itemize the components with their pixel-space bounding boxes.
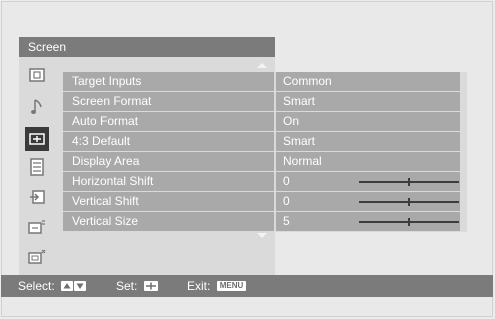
screen-icon[interactable]	[25, 127, 49, 151]
slider-thumb[interactable]	[408, 178, 410, 186]
down-arrow-key-icon	[74, 280, 87, 291]
input-icon[interactable]	[25, 185, 49, 209]
row-value: Smart	[276, 132, 460, 151]
footer-set: Set:	[116, 275, 158, 297]
row-label: Vertical Shift	[63, 192, 274, 211]
menu-title: Screen	[19, 37, 275, 57]
menu-row-target-inputs[interactable]: Target Inputs Common	[63, 72, 460, 91]
menu-row-vertical-size[interactable]: Vertical Size 5	[63, 212, 460, 231]
menu-row-horizontal-shift[interactable]: Horizontal Shift 0	[63, 172, 460, 191]
footer-set-label: Set:	[116, 279, 138, 293]
row-label: Vertical Size	[63, 212, 274, 231]
vertical-size-slider[interactable]	[359, 218, 459, 226]
menu-row-screen-format[interactable]: Screen Format Smart	[63, 92, 460, 111]
slider-thumb[interactable]	[408, 218, 410, 226]
row-label: Auto Format	[63, 112, 274, 131]
row-value: On	[276, 112, 460, 131]
menu-key-icon: MENU	[216, 280, 247, 291]
row-label: 4:3 Default	[63, 132, 274, 151]
row-label: Display Area	[63, 152, 274, 171]
row-value: Smart	[276, 92, 460, 111]
setup-icon[interactable]	[25, 155, 49, 179]
footer-select-label: Select:	[18, 279, 55, 293]
channel-setup-icon[interactable]	[25, 245, 49, 269]
menu-row-auto-format[interactable]: Auto Format On	[63, 112, 460, 131]
menu-row-vertical-shift[interactable]: Vertical Shift 0	[63, 192, 460, 211]
footer-select: Select:	[18, 275, 87, 297]
footer-exit: Exit: MENU	[187, 275, 247, 297]
up-arrow-key-icon	[61, 280, 74, 291]
footer-exit-label: Exit:	[187, 279, 211, 293]
row-value: Normal	[276, 152, 460, 171]
scroll-down-arrow-icon[interactable]	[257, 233, 267, 238]
scroll-up-arrow-icon[interactable]	[257, 63, 267, 68]
slider-thumb[interactable]	[408, 198, 410, 206]
vertical-shift-slider[interactable]	[359, 198, 459, 206]
enter-key-icon	[143, 280, 158, 291]
sound-icon[interactable]	[25, 95, 49, 119]
row-value: Common	[276, 72, 460, 91]
parental-lock-icon[interactable]	[25, 215, 49, 239]
row-label: Horizontal Shift	[63, 172, 274, 191]
footer-help-bar: Select: Set: Exit: MENU	[1, 275, 493, 297]
row-label: Screen Format	[63, 92, 274, 111]
menu-row-43-default[interactable]: 4:3 Default Smart	[63, 132, 460, 151]
row-label: Target Inputs	[63, 72, 274, 91]
horizontal-shift-slider[interactable]	[359, 178, 459, 186]
menu-row-display-area[interactable]: Display Area Normal	[63, 152, 460, 171]
picture-icon[interactable]	[25, 63, 49, 87]
